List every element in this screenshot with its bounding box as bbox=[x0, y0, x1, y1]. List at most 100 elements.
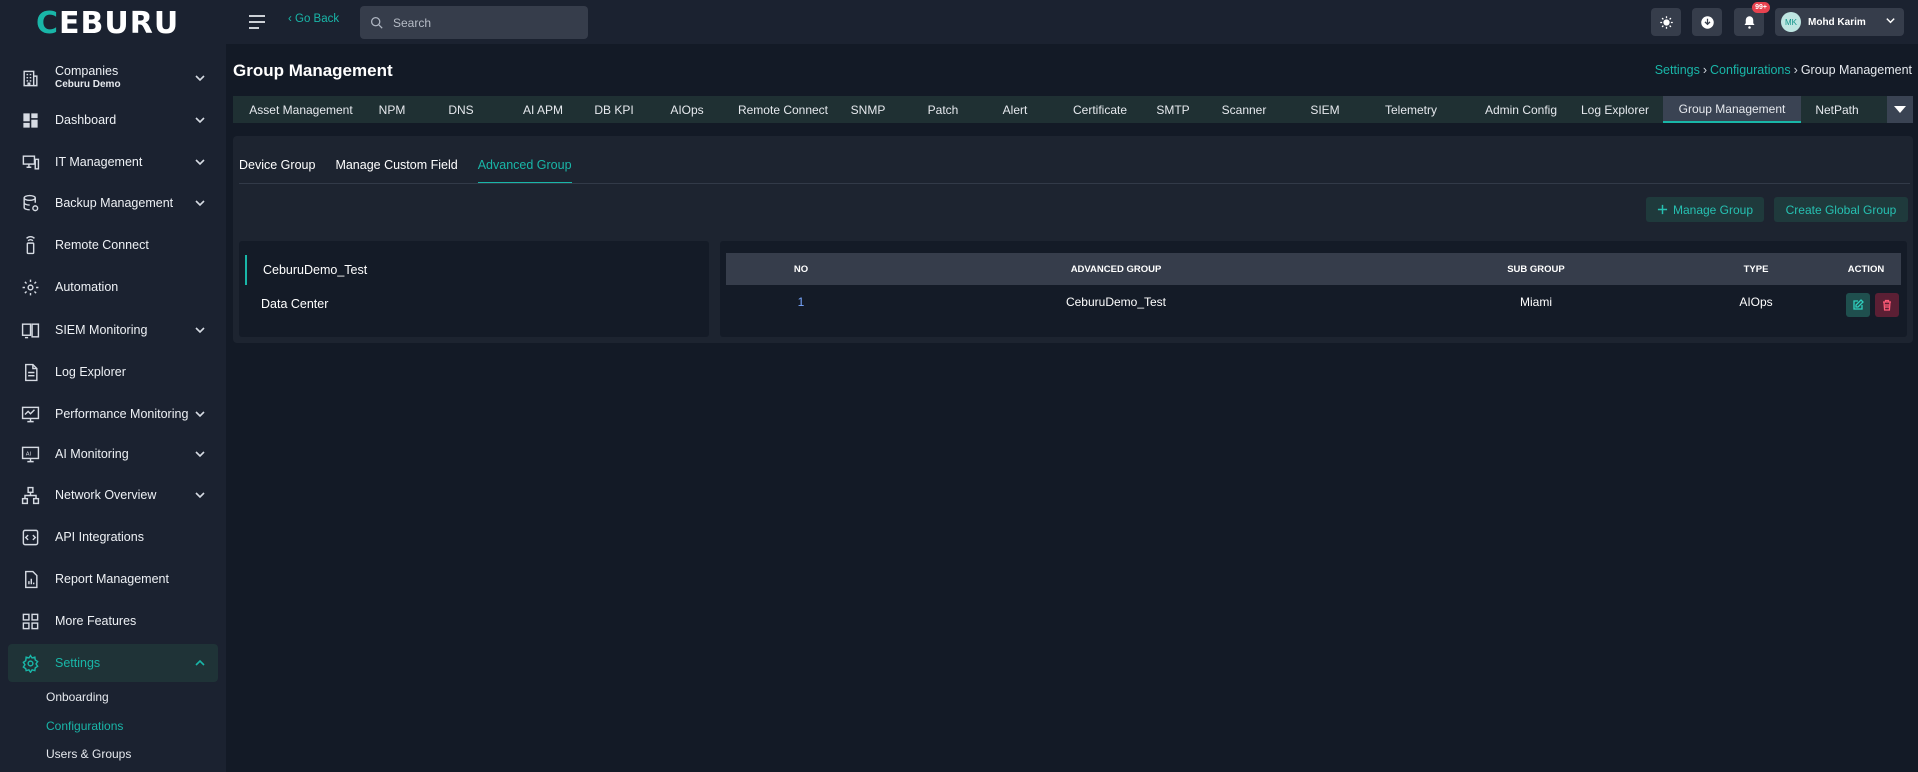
siem-monitor-icon bbox=[20, 320, 40, 340]
tab-smtp[interactable]: SMTP bbox=[1156, 96, 1189, 123]
edit-icon bbox=[1853, 299, 1864, 310]
cell-type: AIOps bbox=[1739, 295, 1773, 309]
sidebar-item-more-features[interactable]: More Features bbox=[8, 602, 218, 640]
tab-dns[interactable]: DNS bbox=[415, 96, 507, 123]
sidebar-item-label: Backup Management bbox=[55, 196, 174, 210]
divider bbox=[239, 183, 1910, 184]
tab-alert[interactable]: Alert bbox=[991, 96, 1039, 123]
remote-connect-icon bbox=[20, 235, 40, 255]
group-list: CeburuDemo_Test Data Center bbox=[239, 241, 709, 337]
sidebar-item-siem-monitoring[interactable]: SIEM Monitoring bbox=[8, 311, 218, 349]
delete-button[interactable] bbox=[1875, 293, 1899, 317]
notifications-button[interactable]: 99+ bbox=[1734, 2, 1770, 36]
sidebar-item-label: Remote Connect bbox=[55, 238, 149, 252]
tab-patch[interactable]: Patch bbox=[895, 96, 991, 123]
sidebar-item-label: SIEM Monitoring bbox=[55, 323, 148, 337]
building-icon bbox=[20, 68, 40, 88]
tab-db-kpi[interactable]: DB KPI bbox=[579, 96, 649, 123]
chevron-down-icon bbox=[192, 487, 208, 503]
breadcrumb-configurations[interactable]: Configurations bbox=[1710, 63, 1791, 77]
subtab-device-group[interactable]: Device Group bbox=[239, 158, 315, 183]
column-header-type: TYPE bbox=[1743, 263, 1769, 275]
chevron-down-icon bbox=[192, 154, 208, 170]
notification-badge: 99+ bbox=[1752, 2, 1770, 13]
report-icon bbox=[20, 569, 40, 589]
module-tabs: Asset Management NPM DNS AI APM DB KPI A… bbox=[233, 96, 1913, 123]
tab-scanner[interactable]: Scanner bbox=[1185, 96, 1303, 123]
sidebar-item-label: API Integrations bbox=[55, 530, 144, 544]
tab-certificate[interactable]: Certificate bbox=[1039, 96, 1161, 123]
search-input[interactable] bbox=[393, 15, 573, 30]
sidebar-item-settings[interactable]: Settings bbox=[8, 644, 218, 682]
tab-log-explorer[interactable]: Log Explorer bbox=[1567, 96, 1663, 123]
sidebar-item-log-explorer[interactable]: Log Explorer bbox=[8, 353, 218, 391]
sidebar-item-automation[interactable]: Automation bbox=[8, 268, 218, 306]
tab-npm[interactable]: NPM bbox=[369, 96, 415, 123]
avatar: MK bbox=[1781, 12, 1801, 32]
go-back-link[interactable]: ‹ Go Back bbox=[288, 13, 339, 25]
ceburu-logo[interactable]: CEBURU bbox=[36, 6, 179, 41]
tab-admin-config[interactable]: Admin Config bbox=[1475, 96, 1567, 123]
sidebar-item-label: Automation bbox=[55, 280, 119, 294]
breadcrumb-current: Group Management bbox=[1800, 63, 1912, 77]
create-global-group-button[interactable]: Create Global Group bbox=[1774, 197, 1908, 222]
menu-toggle-icon[interactable] bbox=[246, 12, 268, 32]
sidebar-item-report-management[interactable]: Report Management bbox=[8, 560, 218, 598]
list-item[interactable]: Data Center bbox=[239, 289, 709, 319]
svg-text:AI: AI bbox=[25, 451, 31, 457]
sidebar-item-it-management[interactable]: IT Management bbox=[8, 143, 218, 181]
sidebar-item-label: Dashboard bbox=[55, 113, 117, 127]
sidebar-item-label: Report Management bbox=[55, 572, 169, 586]
caret-down-icon bbox=[1894, 105, 1906, 113]
tab-netpath[interactable]: NetPath bbox=[1801, 96, 1873, 123]
subtab-manage-custom-field[interactable]: Manage Custom Field bbox=[335, 158, 457, 183]
sidebar-item-performance-monitoring[interactable]: Performance Monitoring bbox=[8, 395, 218, 433]
it-management-icon bbox=[20, 152, 40, 172]
sun-icon bbox=[1659, 15, 1673, 29]
breadcrumb-settings[interactable]: Settings bbox=[1655, 63, 1700, 77]
list-item[interactable]: CeburuDemo_Test bbox=[245, 255, 709, 285]
sidebar-item-companies[interactable]: Companies Ceburu Demo bbox=[8, 59, 218, 97]
sidebar-item-label: Network Overview bbox=[55, 488, 157, 502]
download-icon bbox=[1700, 15, 1714, 29]
sidebar-item-dashboard[interactable]: Dashboard bbox=[8, 101, 218, 139]
grid-icon bbox=[20, 611, 40, 631]
sidebar-item-network-overview[interactable]: Network Overview bbox=[8, 476, 218, 514]
tab-group-management[interactable]: Group Management bbox=[1663, 96, 1801, 123]
sidebar-subitem-onboarding[interactable]: Onboarding bbox=[46, 690, 109, 704]
subtab-advanced-group[interactable]: Advanced Group bbox=[477, 158, 572, 183]
more-tabs-button[interactable] bbox=[1887, 96, 1913, 123]
sidebar-item-backup-management[interactable]: Backup Management bbox=[8, 184, 218, 222]
tab-remote-connect[interactable]: Remote Connect bbox=[725, 96, 841, 123]
tab-asset-management[interactable]: Asset Management bbox=[233, 96, 369, 123]
tab-ai-apm[interactable]: AI APM bbox=[507, 96, 579, 123]
settings-gear-icon bbox=[20, 653, 40, 673]
tab-telemetry[interactable]: Telemetry bbox=[1347, 96, 1475, 123]
cell-advanced-group: CeburuDemo_Test bbox=[1065, 295, 1167, 309]
column-header-action: ACTION bbox=[1847, 263, 1885, 275]
tab-aiops[interactable]: AIOps bbox=[649, 96, 725, 123]
sub-tabs: Device Group Manage Custom Field Advance… bbox=[239, 158, 592, 183]
sidebar-subitem-configurations[interactable]: Configurations bbox=[46, 719, 123, 733]
theme-toggle-button[interactable] bbox=[1651, 8, 1681, 36]
sidebar-item-ai-monitoring[interactable]: AI AI Monitoring bbox=[8, 435, 218, 473]
cell-no: 1 bbox=[797, 295, 805, 309]
edit-button[interactable] bbox=[1846, 293, 1870, 317]
user-menu[interactable]: MK Mohd Karim bbox=[1775, 8, 1904, 36]
tab-siem[interactable]: SIEM bbox=[1303, 96, 1347, 123]
breadcrumb-separator: › bbox=[1702, 63, 1708, 77]
sidebar-item-remote-connect[interactable]: Remote Connect bbox=[8, 226, 218, 264]
breadcrumb: Settings › Configurations › Group Management bbox=[1655, 63, 1912, 77]
tab-snmp[interactable]: SNMP bbox=[841, 96, 895, 123]
trash-icon bbox=[1883, 299, 1891, 311]
sidebar-item-api-integrations[interactable]: API Integrations bbox=[8, 518, 218, 556]
download-button[interactable] bbox=[1692, 8, 1722, 36]
automation-gear-icon bbox=[20, 277, 40, 297]
sidebar-subitem-users-groups[interactable]: Users & Groups bbox=[46, 747, 131, 761]
backup-icon bbox=[20, 193, 40, 213]
manage-group-button[interactable]: Manage Group bbox=[1646, 197, 1764, 222]
search-icon bbox=[370, 16, 383, 29]
ai-monitor-icon: AI bbox=[20, 444, 40, 464]
column-header-sub-group: SUB GROUP bbox=[1507, 263, 1565, 275]
search-box[interactable] bbox=[360, 6, 588, 39]
